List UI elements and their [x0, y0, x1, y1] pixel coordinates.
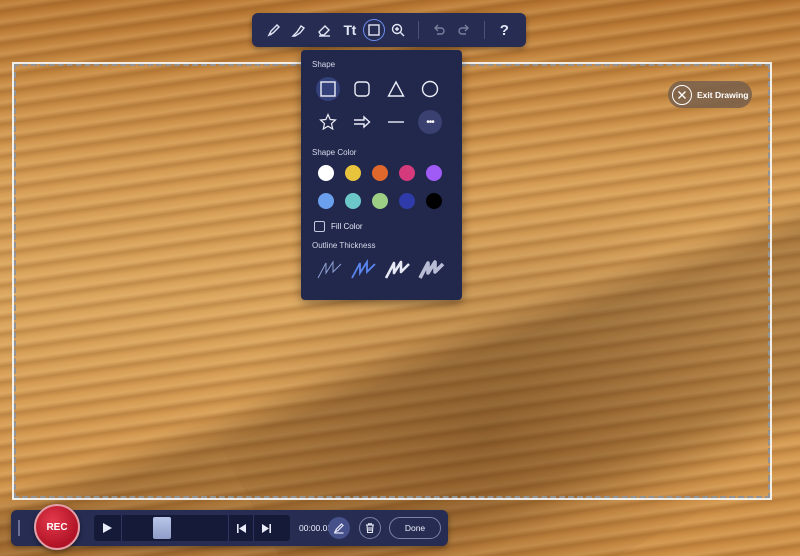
- undo-icon[interactable]: [427, 18, 450, 42]
- thickness-4-icon[interactable]: [418, 258, 446, 282]
- recorder-bar: REC 00:00.05 Done: [11, 504, 448, 550]
- pen-icon[interactable]: [262, 18, 285, 42]
- toolbar-divider: [418, 21, 420, 39]
- redo-icon[interactable]: [452, 18, 475, 42]
- circle-icon[interactable]: [418, 77, 442, 101]
- toolbar-divider: [483, 21, 485, 39]
- timeline-scrubber[interactable]: [122, 515, 228, 541]
- star-icon[interactable]: [316, 110, 340, 134]
- triangle-icon[interactable]: [384, 77, 408, 101]
- highlighter-icon[interactable]: [287, 18, 310, 42]
- skip-back-icon[interactable]: [228, 515, 253, 541]
- color-swatch[interactable]: [426, 165, 442, 181]
- trash-icon[interactable]: [359, 517, 381, 539]
- line-icon[interactable]: [384, 110, 408, 134]
- fill-color-option[interactable]: Fill Color: [314, 221, 451, 232]
- color-swatch[interactable]: [399, 165, 415, 181]
- shape-section-label: Shape: [312, 60, 336, 69]
- thickness-3-icon[interactable]: [384, 258, 412, 282]
- pen-icon[interactable]: [328, 517, 350, 539]
- fill-color-label: Fill Color: [331, 222, 363, 231]
- color-swatch[interactable]: [399, 193, 415, 209]
- rounded-rectangle-icon[interactable]: [350, 77, 374, 101]
- arrow-icon[interactable]: [350, 110, 374, 134]
- rec-button[interactable]: REC: [34, 504, 80, 550]
- color-swatch[interactable]: [345, 165, 361, 181]
- color-swatch[interactable]: [318, 165, 334, 181]
- done-button[interactable]: Done: [389, 517, 441, 539]
- thickness-options: [316, 258, 451, 282]
- exit-drawing-button[interactable]: Exit Drawing: [668, 81, 752, 108]
- shape-grid: •••: [316, 77, 451, 134]
- help-button[interactable]: ?: [493, 18, 516, 42]
- more-icon[interactable]: •••: [418, 110, 442, 134]
- shape-panel: Shape ••• Shape Color Fill Color Outline…: [301, 50, 462, 300]
- shape-color-label: Shape Color: [312, 148, 357, 157]
- scrubber-thumb[interactable]: [153, 517, 171, 539]
- color-swatch[interactable]: [426, 193, 442, 209]
- playback-controls: [94, 515, 290, 541]
- shape-tool-icon[interactable]: [363, 19, 385, 41]
- thickness-2-icon[interactable]: [350, 258, 378, 282]
- play-icon[interactable]: [94, 515, 122, 541]
- close-icon: [672, 84, 692, 105]
- outline-thickness-label: Outline Thickness: [312, 241, 376, 250]
- color-grid: [318, 165, 451, 209]
- text-tool-icon[interactable]: Tt: [338, 18, 361, 42]
- eraser-icon[interactable]: [313, 18, 336, 42]
- color-swatch[interactable]: [345, 193, 361, 209]
- exit-drawing-label: Exit Drawing: [697, 89, 749, 100]
- color-swatch[interactable]: [372, 193, 388, 209]
- zoom-icon[interactable]: [387, 18, 410, 42]
- rectangle-icon[interactable]: [316, 77, 340, 101]
- thickness-1-icon[interactable]: [316, 258, 344, 282]
- drawing-toolbar: Tt ?: [252, 13, 526, 47]
- skip-forward-icon[interactable]: [253, 515, 278, 541]
- drag-handle-icon[interactable]: [18, 520, 20, 536]
- color-swatch[interactable]: [318, 193, 334, 209]
- color-swatch[interactable]: [372, 165, 388, 181]
- fill-color-checkbox[interactable]: [314, 221, 325, 232]
